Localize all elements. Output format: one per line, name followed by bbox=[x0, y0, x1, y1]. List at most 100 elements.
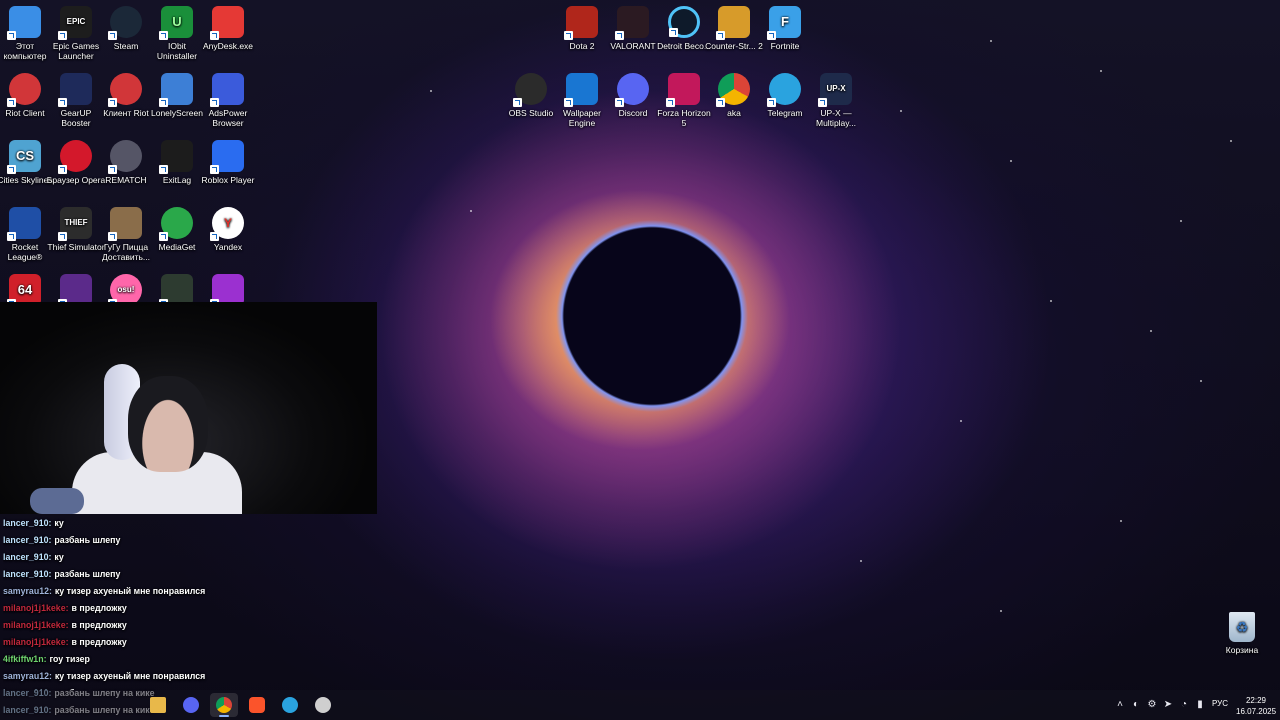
desktop-icon[interactable]: Y Yandex bbox=[198, 207, 258, 252]
chevron-up-icon[interactable]: ˄ bbox=[1114, 698, 1126, 710]
star bbox=[900, 110, 902, 112]
wallpaper-engine-icon bbox=[564, 73, 598, 107]
chat-message: samyrau12: ку тизер ахуеный мне понравилс… bbox=[3, 583, 383, 600]
taskbar-file-explorer-button[interactable] bbox=[144, 693, 172, 717]
star bbox=[1150, 330, 1152, 332]
shortcut-arrow-icon bbox=[615, 31, 624, 40]
chat-message: lancer_910: ку bbox=[3, 549, 383, 566]
clock-date: 16.07.2025 bbox=[1236, 707, 1277, 716]
rocket-league-icon bbox=[7, 207, 41, 241]
cities-skylines-icon: CS bbox=[7, 140, 41, 174]
roblox-icon bbox=[210, 140, 244, 174]
recycle-bin[interactable]: ♻ Корзина bbox=[1212, 612, 1272, 655]
wifi-icon[interactable]: ◔ bbox=[1178, 698, 1190, 710]
desktop-icon[interactable]: AnyDesk.exe bbox=[198, 6, 258, 51]
forza-icon bbox=[666, 73, 700, 107]
clock-time: 22:29 bbox=[1245, 696, 1267, 705]
shortcut-arrow-icon bbox=[7, 98, 16, 107]
shortcut-arrow-icon bbox=[513, 98, 522, 107]
chat-username: milanoj1j1keke: bbox=[3, 603, 69, 613]
desktop-icon[interactable] bbox=[198, 274, 258, 302]
shortcut-arrow-icon bbox=[818, 98, 827, 107]
shortcut-arrow-icon bbox=[615, 98, 624, 107]
desktop-icon-label: AnyDesk.exe bbox=[202, 41, 254, 51]
discord-icon bbox=[615, 73, 649, 107]
taskbar-discord-button[interactable] bbox=[177, 693, 205, 717]
chat-message: lancer_910: ку bbox=[3, 515, 383, 532]
epic-games-icon: EPIC bbox=[58, 6, 92, 40]
yandex-icon: Y bbox=[210, 207, 244, 241]
taskbar-obs-button[interactable] bbox=[309, 693, 337, 717]
adspower-icon bbox=[210, 73, 244, 107]
brave-icon bbox=[249, 697, 265, 713]
shortcut-arrow-icon bbox=[564, 31, 573, 40]
valorant-icon bbox=[615, 6, 649, 40]
star bbox=[470, 210, 472, 212]
desktop-icon[interactable]: UP-X UP-X — Multiplay... bbox=[806, 73, 866, 128]
chat-text: в предложку bbox=[71, 637, 127, 647]
lonelyscreen-icon bbox=[159, 73, 193, 107]
shortcut-arrow-icon bbox=[716, 98, 725, 107]
steam-tray-icon[interactable]: ◐ bbox=[1130, 698, 1142, 710]
dota2-icon bbox=[564, 6, 598, 40]
shortcut-arrow-icon bbox=[210, 31, 219, 40]
chat-username: samyrau12: bbox=[3, 586, 52, 596]
chat-message: milanoj1j1keke: в предложку bbox=[3, 634, 383, 651]
detroit-icon bbox=[668, 6, 700, 38]
icon-glyph: CS bbox=[15, 148, 35, 163]
shortcut-arrow-icon bbox=[210, 165, 219, 174]
desktop-icon[interactable]: Roblox Player bbox=[198, 140, 258, 185]
emoji-game-icon bbox=[58, 274, 92, 302]
computer-icon bbox=[7, 6, 41, 40]
chat-username: 4ifkiffw1n: bbox=[3, 654, 47, 664]
desktop-icon[interactable]: F Fortnite bbox=[755, 6, 815, 51]
shortcut-arrow-icon bbox=[108, 165, 117, 174]
icon-glyph: UP-X bbox=[826, 84, 846, 93]
upx-icon: UP-X bbox=[818, 73, 852, 107]
star bbox=[430, 90, 432, 92]
chat-message: milanoj1j1keke: в предложку bbox=[3, 600, 383, 617]
taskbar-telegram-button[interactable] bbox=[276, 693, 304, 717]
steam-icon bbox=[108, 6, 142, 40]
chat-message: lancer_910: разбань шлепу bbox=[3, 566, 383, 583]
shortcut-arrow-icon bbox=[108, 98, 117, 107]
star bbox=[1050, 300, 1052, 302]
chat-text: ку bbox=[54, 518, 64, 528]
steam-icon[interactable]: ⚙ bbox=[1146, 698, 1158, 710]
shortcut-arrow-icon bbox=[716, 31, 725, 40]
icon-glyph: U bbox=[172, 14, 182, 29]
taskbar-clock[interactable]: 22:29 16.07.2025 bbox=[1236, 695, 1276, 717]
chat-text: в предложку bbox=[71, 620, 127, 630]
taskbar-brave-button[interactable] bbox=[243, 693, 271, 717]
chat-message: lancer_910: разбань шлепу bbox=[3, 532, 383, 549]
recycle-bin-icon: ♻ bbox=[1229, 612, 1255, 642]
language-indicator[interactable]: РУС bbox=[1212, 699, 1228, 708]
shortcut-arrow-icon bbox=[159, 98, 168, 107]
anydesk-icon bbox=[210, 6, 244, 40]
desktop-icon[interactable]: AdsPower Browser bbox=[198, 73, 258, 128]
desktop-icon-label: UP-X — Multiplay... bbox=[816, 108, 856, 128]
webcam-overlay bbox=[0, 302, 377, 514]
game-64-icon: 64 bbox=[7, 274, 41, 302]
shortcut-arrow-icon bbox=[210, 232, 219, 241]
star bbox=[990, 40, 992, 42]
telegram-icon[interactable]: ➤ bbox=[1162, 698, 1174, 710]
fortnite-icon: F bbox=[767, 6, 801, 40]
taskbar-chrome-button[interactable] bbox=[210, 693, 238, 717]
chrome-icon bbox=[716, 73, 750, 107]
shortcut-arrow-icon bbox=[159, 31, 168, 40]
chat-username: lancer_910: bbox=[3, 569, 52, 579]
streamer-head bbox=[128, 376, 208, 472]
shortcut-arrow-icon bbox=[159, 165, 168, 174]
microphone-icon[interactable]: ▮ bbox=[1194, 698, 1206, 710]
desktop-icon-label: AdsPower Browser bbox=[208, 108, 248, 128]
chat-username: lancer_910: bbox=[3, 552, 52, 562]
star bbox=[1010, 160, 1012, 162]
shortcut-arrow-icon bbox=[7, 165, 16, 174]
star bbox=[1180, 220, 1182, 222]
chat-text: разбань шлепу bbox=[54, 569, 121, 579]
chat-username: lancer_910: bbox=[3, 518, 52, 528]
desktop-icon-label: Fortnite bbox=[770, 41, 800, 51]
shortcut-arrow-icon bbox=[669, 28, 678, 37]
recycle-bin-label: Корзина bbox=[1225, 645, 1259, 655]
